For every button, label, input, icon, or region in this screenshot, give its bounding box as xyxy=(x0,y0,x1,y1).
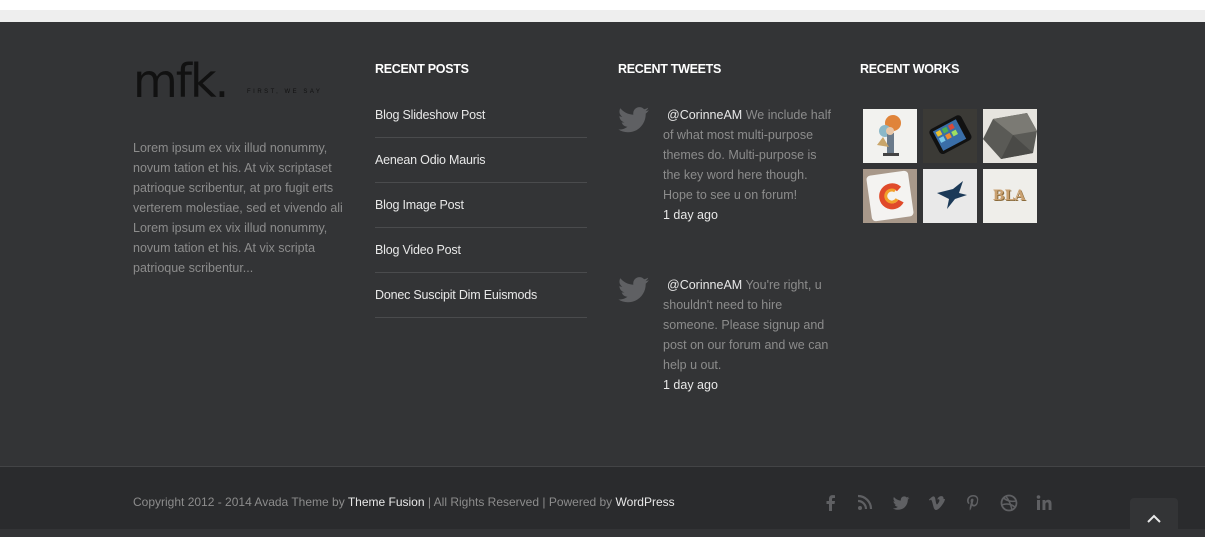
copyright-text: Copyright 2012 - 2014 Avada Theme by The… xyxy=(133,495,675,509)
facebook-icon[interactable] xyxy=(820,493,842,513)
linkedin-icon[interactable] xyxy=(1034,493,1056,513)
tweet-text: We include half of what most multi-purpo… xyxy=(663,108,831,202)
recent-post-link[interactable]: Donec Suscipit Dim Euismods xyxy=(375,273,587,318)
recent-posts-list: Blog Slideshow Post Aenean Odio Mauris B… xyxy=(375,93,587,318)
copyright-middle: | All Rights Reserved | Powered by xyxy=(424,495,616,509)
rss-icon[interactable] xyxy=(854,493,876,513)
bird-tshirt-thumb[interactable] xyxy=(923,169,977,223)
recent-post-link[interactable]: Blog Video Post xyxy=(375,228,587,273)
tweet-item: @CorinneAM We include half of what most … xyxy=(618,105,833,255)
logo-wordmark: mfk. xyxy=(133,54,229,108)
wordpress-link[interactable]: WordPress xyxy=(616,495,675,509)
tweet-time-link[interactable]: 1 day ago xyxy=(663,205,831,225)
recent-works-title: RECENT WORKS xyxy=(860,62,960,76)
copyright-bar: Copyright 2012 - 2014 Avada Theme by The… xyxy=(0,466,1205,532)
tweet-body: @CorinneAM You're right, u shouldn't nee… xyxy=(663,275,831,395)
logo-tagline: FIRST, WE SAY xyxy=(247,89,323,95)
tweet-item: @CorinneAM You're right, u shouldn't nee… xyxy=(618,275,833,405)
theme-fusion-link[interactable]: Theme Fusion xyxy=(348,495,425,509)
tweet-body: @CorinneAM We include half of what most … xyxy=(663,105,831,225)
about-text: Lorem ipsum ex vix illud nonummy, novum … xyxy=(133,141,343,275)
pinterest-icon[interactable] xyxy=(962,493,984,513)
footer-widgets: mfk. FIRST, WE SAY Lorem ipsum ex vix il… xyxy=(0,22,1205,466)
tweet-time-link[interactable]: 1 day ago xyxy=(663,375,831,395)
footer-logo[interactable]: mfk. FIRST, WE SAY xyxy=(133,58,323,108)
page-top-strip xyxy=(0,0,1205,10)
logo-c-thumb[interactable] xyxy=(863,169,917,223)
tweet-text: You're right, u shouldn't need to hire s… xyxy=(663,278,829,372)
dribbble-icon[interactable] xyxy=(998,493,1020,513)
recent-post-link[interactable]: Blog Slideshow Post xyxy=(375,93,587,138)
twitter-bird-icon xyxy=(618,107,650,133)
chevron-up-icon xyxy=(1147,514,1161,523)
recent-post-link[interactable]: Aenean Odio Mauris xyxy=(375,138,587,183)
stone-thumb[interactable] xyxy=(983,109,1037,163)
back-to-top-button[interactable] xyxy=(1130,498,1178,532)
recent-post-link[interactable]: Blog Image Post xyxy=(375,183,587,228)
tweet-user-link[interactable]: @CorinneAM xyxy=(667,108,742,122)
recent-posts-title: RECENT POSTS xyxy=(375,62,469,76)
tweet-user-link[interactable]: @CorinneAM xyxy=(667,278,742,292)
twitter-bird-icon xyxy=(618,277,650,303)
bla-text-thumb[interactable]: BLA BLA xyxy=(983,169,1037,223)
svg-text:BLA: BLA xyxy=(993,188,1027,204)
vimeo-icon[interactable] xyxy=(926,493,948,513)
page-content-edge xyxy=(0,10,1205,22)
phone-thumb[interactable] xyxy=(923,109,977,163)
recent-tweets-title: RECENT TWEETS xyxy=(618,62,722,76)
illustration-thumb[interactable] xyxy=(863,109,917,163)
copyright-prefix: Copyright 2012 - 2014 Avada Theme by xyxy=(133,495,348,509)
twitter-icon[interactable] xyxy=(890,493,912,513)
